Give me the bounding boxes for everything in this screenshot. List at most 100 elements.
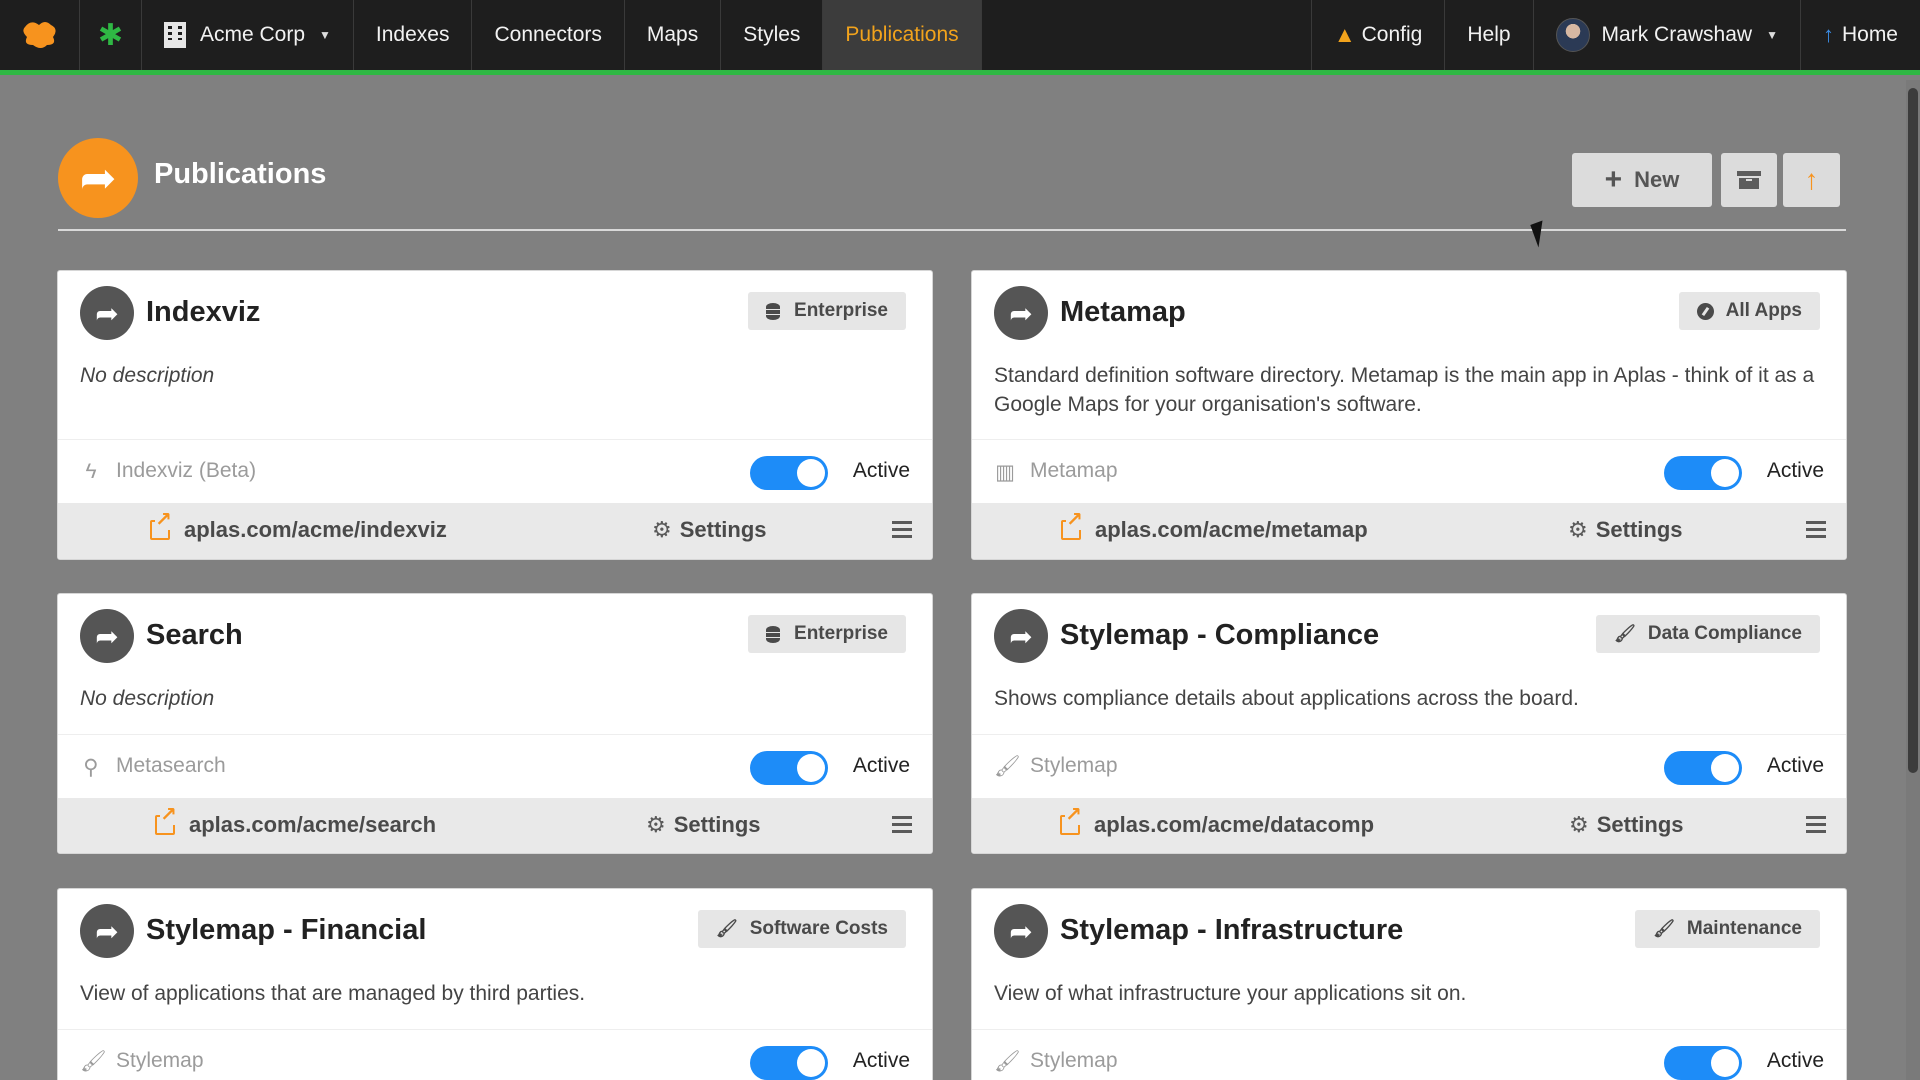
settings-button[interactable]: ⚙ Settings [652,517,767,543]
logo-icon [22,22,56,48]
link-label: aplas.com/acme/indexviz [184,517,447,542]
status-label: Active [852,459,910,482]
card-title[interactable]: Metamap [1060,296,1186,329]
settings-label: Settings [679,517,767,542]
card-header: ➦ Stylemap - Infrastructure 🖌 Maintenanc… [994,904,1824,960]
scrollbar-thumb[interactable] [1908,88,1918,773]
publication-link[interactable]: aplas.com/acme/search [155,805,437,838]
settings-button[interactable]: ⚙ Settings [646,812,761,838]
nav-home[interactable]: ↑ Home [1799,0,1920,70]
publication-card-financial: ➦ Stylemap - Financial 🖌 Software Costs … [57,888,933,1080]
source-label: Stylemap [1030,754,1118,777]
external-link-icon [150,510,172,540]
asterisk-icon[interactable]: ✱ [80,0,142,70]
database-icon [766,302,781,320]
card-title[interactable]: Indexviz [146,296,260,329]
card-title[interactable]: Stylemap - Infrastructure [1060,914,1403,947]
card-description: Shows compliance details about applicati… [994,687,1579,710]
card-source-row: 🖌 Stylemap Active [972,1029,1846,1080]
external-link-icon [1061,510,1083,540]
badge-label: All Apps [1725,300,1802,321]
source-label: Stylemap [116,1049,204,1072]
app-logo[interactable] [0,0,80,70]
nav-styles[interactable]: Styles [721,0,824,70]
card-footer: aplas.com/acme/metamap ⚙ Settings [972,503,1846,559]
nav-config[interactable]: ▲ Config [1310,0,1444,70]
card-description: No description [80,364,215,387]
settings-button[interactable]: ⚙ Settings [1568,517,1683,543]
avatar [1555,18,1590,52]
card-title[interactable]: Stylemap - Financial [146,914,426,947]
page-header: ➦ Publications + New ↑ [58,138,1846,231]
badge-label: Enterprise [794,300,888,321]
menu-icon[interactable] [1806,521,1826,538]
publication-link[interactable]: aplas.com/acme/indexviz [150,510,447,543]
card-header: ➦ Search Enterprise [80,609,910,665]
menu-icon[interactable] [892,816,912,833]
card-source-row: ⚲ Metasearch Active [58,734,932,798]
publication-link[interactable]: aplas.com/acme/metamap [1061,510,1368,543]
brush-icon: 🖌 [994,1050,1021,1073]
status-label: Active [1766,1049,1824,1072]
category-badge: 🖌 Software Costs [698,910,906,948]
category-badge: Enterprise [748,615,906,653]
nav-publications[interactable]: Publications [823,0,982,70]
map-icon: ▥ [995,461,1015,484]
archive-button[interactable] [1721,153,1777,207]
card-footer: aplas.com/acme/indexviz ⚙ Settings [58,503,932,559]
gears-icon: ⚙ [652,517,672,542]
publication-link[interactable]: aplas.com/acme/datacomp [1060,805,1374,838]
active-toggle[interactable] [1664,751,1742,785]
warning-icon: ▲ [1333,22,1356,47]
gears-icon: ⚙ [1568,517,1588,542]
search-icon: ⚲ [83,756,99,779]
card-source-row: 🖌 Stylemap Active [58,1029,932,1080]
settings-label: Settings [1595,517,1683,542]
card-header: ➦ Metamap All Apps [994,286,1824,342]
card-header: ➦ Stylemap - Compliance 🖌 Data Complianc… [994,609,1824,665]
active-toggle[interactable] [750,456,828,490]
source-label: Stylemap [1030,1049,1118,1072]
nav-connectors[interactable]: Connectors [472,0,625,70]
share-icon: ➦ [994,286,1048,340]
new-button-label: New [1634,167,1680,192]
brush-icon: 🖌 [1614,624,1636,643]
menu-icon[interactable] [1806,816,1826,833]
active-toggle[interactable] [750,1046,828,1080]
new-button[interactable]: + New [1572,153,1712,207]
nav-maps[interactable]: Maps [625,0,722,70]
upload-button[interactable]: ↑ [1783,153,1840,207]
external-link-icon [155,805,177,835]
card-title[interactable]: Search [146,619,243,652]
nav-indexes[interactable]: Indexes [354,0,473,70]
card-header: ➦ Stylemap - Financial 🖌 Software Costs [80,904,910,960]
arrow-up-icon: ↑ [1804,164,1819,195]
bolt-icon: ϟ [85,460,97,483]
building-icon [164,22,186,48]
compass-icon [1696,302,1714,320]
settings-label: Settings [1596,812,1684,837]
card-description: View of what infrastructure your applica… [994,982,1467,1005]
status-label: Active [1766,754,1824,777]
active-toggle[interactable] [1664,456,1742,490]
menu-icon[interactable] [892,521,912,538]
category-badge: Enterprise [748,292,906,330]
brush-icon: 🖌 [1653,919,1675,938]
active-toggle[interactable] [1664,1046,1742,1080]
publication-card-compliance: ➦ Stylemap - Compliance 🖌 Data Complianc… [971,593,1847,854]
org-selector[interactable]: Acme Corp ▼ [142,0,354,70]
caret-down-icon: ▼ [1766,28,1778,42]
share-icon: ➦ [58,138,138,218]
settings-button[interactable]: ⚙ Settings [1569,812,1684,838]
org-name: Acme Corp [200,23,306,46]
publication-card-metamap: ➦ Metamap All Apps Standard definition s… [971,270,1847,560]
badge-label: Maintenance [1686,918,1802,939]
share-icon: ➦ [994,609,1048,663]
user-menu[interactable]: Mark Crawshaw ▼ [1532,0,1800,70]
card-source-row: 🖌 Stylemap Active [972,734,1846,798]
share-icon: ➦ [80,286,134,340]
active-toggle[interactable] [750,751,828,785]
link-label: aplas.com/acme/search [189,812,437,837]
card-title[interactable]: Stylemap - Compliance [1060,619,1379,652]
nav-help[interactable]: Help [1444,0,1532,70]
